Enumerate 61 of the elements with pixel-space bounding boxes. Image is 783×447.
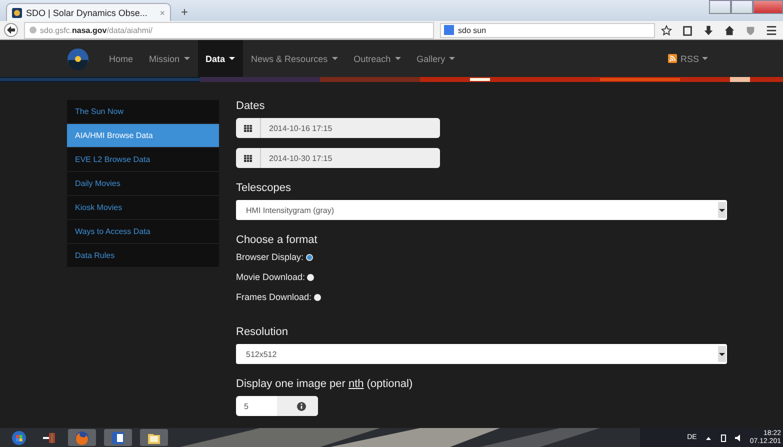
field-label: Display one image per	[236, 378, 346, 390]
sidebar-item[interactable]: Kiosk Movies	[67, 196, 219, 220]
rss-link[interactable]: RSS	[680, 54, 699, 64]
nav-item[interactable]: Outreach	[346, 40, 409, 77]
radio-label: Movie Download:	[236, 272, 306, 282]
maximize-button[interactable]	[731, 0, 753, 14]
clipboard-icon[interactable]	[682, 24, 693, 36]
logo-icon[interactable]	[67, 48, 89, 70]
caret-icon	[719, 208, 725, 212]
globe-icon	[29, 26, 37, 34]
calendar-icon	[244, 154, 252, 162]
minimize-button[interactable]	[709, 0, 731, 14]
shield-icon[interactable]	[745, 24, 756, 36]
radio-button[interactable]	[314, 294, 321, 300]
section-heading: Resolution	[236, 326, 289, 338]
resolution-select[interactable]: 512x512	[236, 344, 727, 364]
telescope-select[interactable]: HMI Intensitygram (gray)	[236, 200, 727, 220]
close-tab-button[interactable]: ×	[160, 8, 165, 18]
new-tab-button[interactable]: +	[175, 5, 194, 21]
calendar-icon	[244, 124, 252, 132]
sidebar-item[interactable]: AIA/HMI Browse Data	[67, 124, 219, 148]
caret-icon	[702, 57, 708, 60]
home-icon[interactable]	[724, 24, 735, 36]
sidebar-item[interactable]: Ways to Access Data	[67, 220, 219, 244]
menu-icon[interactable]	[766, 24, 777, 36]
firefox-icon[interactable]	[68, 429, 96, 446]
radio-label: Browser Display:	[236, 252, 304, 262]
radio-button[interactable]	[306, 254, 313, 260]
radio-button[interactable]	[307, 274, 314, 280]
section-heading: Choose a format	[236, 234, 318, 246]
nth-link[interactable]: nth	[348, 378, 364, 390]
nav-item[interactable]: Mission	[141, 40, 198, 77]
date-field[interactable]: 2014-10-30 17:15	[236, 148, 440, 168]
tab-title: SDO | Solar Dynamics Obse...	[26, 8, 148, 18]
folder-icon[interactable]	[140, 429, 168, 446]
nav-item[interactable]: Home	[101, 40, 142, 77]
download-icon[interactable]	[703, 24, 714, 36]
word-icon[interactable]	[104, 429, 132, 446]
battery-icon[interactable]	[720, 434, 727, 442]
date-field[interactable]: 2014-10-16 17:15	[236, 118, 440, 138]
section-heading: Telescopes	[236, 182, 292, 194]
address-field[interactable]: sdo.gsfc.nasa.gov/data/aiahmi/	[24, 22, 434, 38]
field-label: (optional)	[366, 378, 413, 390]
speaker-icon[interactable]	[734, 434, 742, 442]
nav-item[interactable]: Data	[198, 40, 244, 77]
sidebar-item[interactable]: Daily Movies	[67, 172, 219, 196]
search-field[interactable]: sdo sun	[440, 22, 655, 38]
sidebar-item[interactable]: EVE L2 Browse Data	[67, 148, 219, 172]
section-heading: Dates	[236, 100, 266, 112]
browser-tab[interactable]: SDO | Solar Dynamics Obse... ×	[6, 3, 171, 21]
nav-item[interactable]: News & Resources	[243, 40, 346, 77]
site-icon	[12, 8, 22, 18]
nav-item[interactable]: Gallery	[408, 40, 464, 77]
radio-label: Frames Download:	[236, 292, 312, 302]
info-icon	[297, 402, 306, 410]
caret-icon	[719, 352, 725, 356]
rss-icon	[668, 54, 678, 63]
back-icon[interactable]	[4, 23, 18, 37]
nth-field[interactable]: 5	[236, 396, 318, 416]
sidebar-item[interactable]: Data Rules	[67, 244, 219, 268]
star-icon[interactable]	[661, 24, 672, 36]
